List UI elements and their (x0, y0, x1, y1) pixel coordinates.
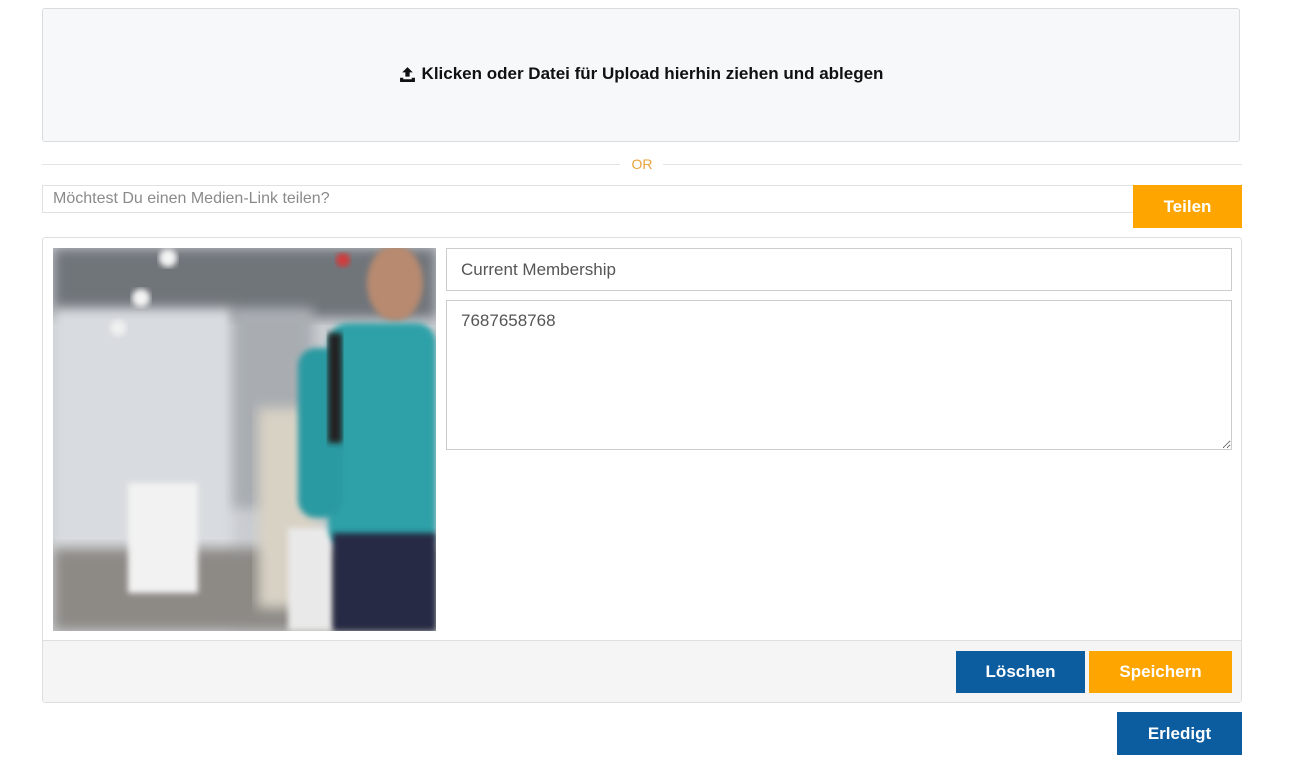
media-item-card: 7687658768 Löschen Speichern (42, 237, 1242, 703)
divider-line-right (663, 164, 1242, 165)
card-footer: Löschen Speichern (43, 640, 1241, 702)
media-link-input[interactable] (42, 185, 1134, 213)
media-title-input[interactable] (446, 248, 1232, 291)
dropzone-text: Klicken oder Datei für Upload hierhin zi… (421, 64, 884, 83)
thumbnail-photo (53, 248, 436, 631)
or-divider: OR (42, 155, 1242, 175)
divider-line-left (42, 164, 620, 165)
media-thumbnail[interactable] (53, 248, 436, 631)
upload-icon (399, 66, 415, 82)
upload-dropzone[interactable]: Klicken oder Datei für Upload hierhin zi… (42, 8, 1240, 142)
dropzone-label-group: Klicken oder Datei für Upload hierhin zi… (399, 64, 884, 84)
media-description-textarea[interactable]: 7687658768 (446, 300, 1232, 450)
share-button[interactable]: Teilen (1133, 185, 1242, 228)
or-text: OR (631, 156, 653, 172)
save-button[interactable]: Speichern (1089, 651, 1232, 693)
done-button[interactable]: Erledigt (1117, 712, 1242, 755)
delete-button[interactable]: Löschen (956, 651, 1085, 693)
